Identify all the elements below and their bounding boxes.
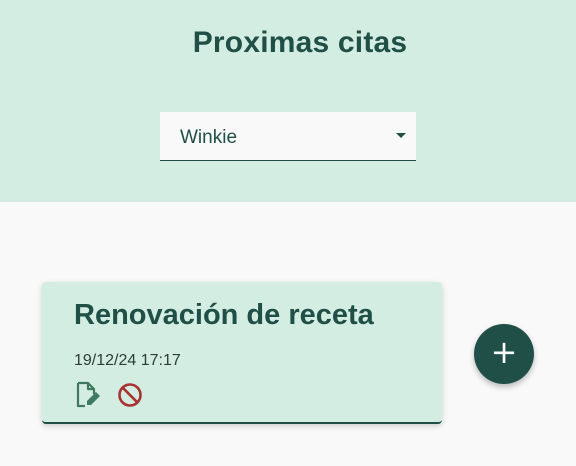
appointment-datetime: 19/12/24 17:17: [74, 352, 181, 369]
block-icon: [118, 383, 142, 407]
appointment-title: Renovación de receta: [74, 299, 374, 331]
edit-document-icon: [76, 381, 100, 408]
dropdown-arrow-icon: [396, 133, 406, 138]
header-banner: Proximas citas Winkie: [0, 0, 576, 202]
cancel-appointment-button[interactable]: [115, 380, 145, 410]
plus-icon: +: [490, 333, 518, 371]
pet-select-value: Winkie: [180, 127, 238, 148]
page-title: Proximas citas: [192, 26, 408, 59]
add-appointment-button[interactable]: +: [474, 324, 534, 384]
edit-appointment-button[interactable]: [72, 380, 102, 410]
pet-select[interactable]: Winkie: [160, 112, 416, 161]
appointment-card: Renovación de receta 19/12/24 17:17: [42, 282, 442, 424]
